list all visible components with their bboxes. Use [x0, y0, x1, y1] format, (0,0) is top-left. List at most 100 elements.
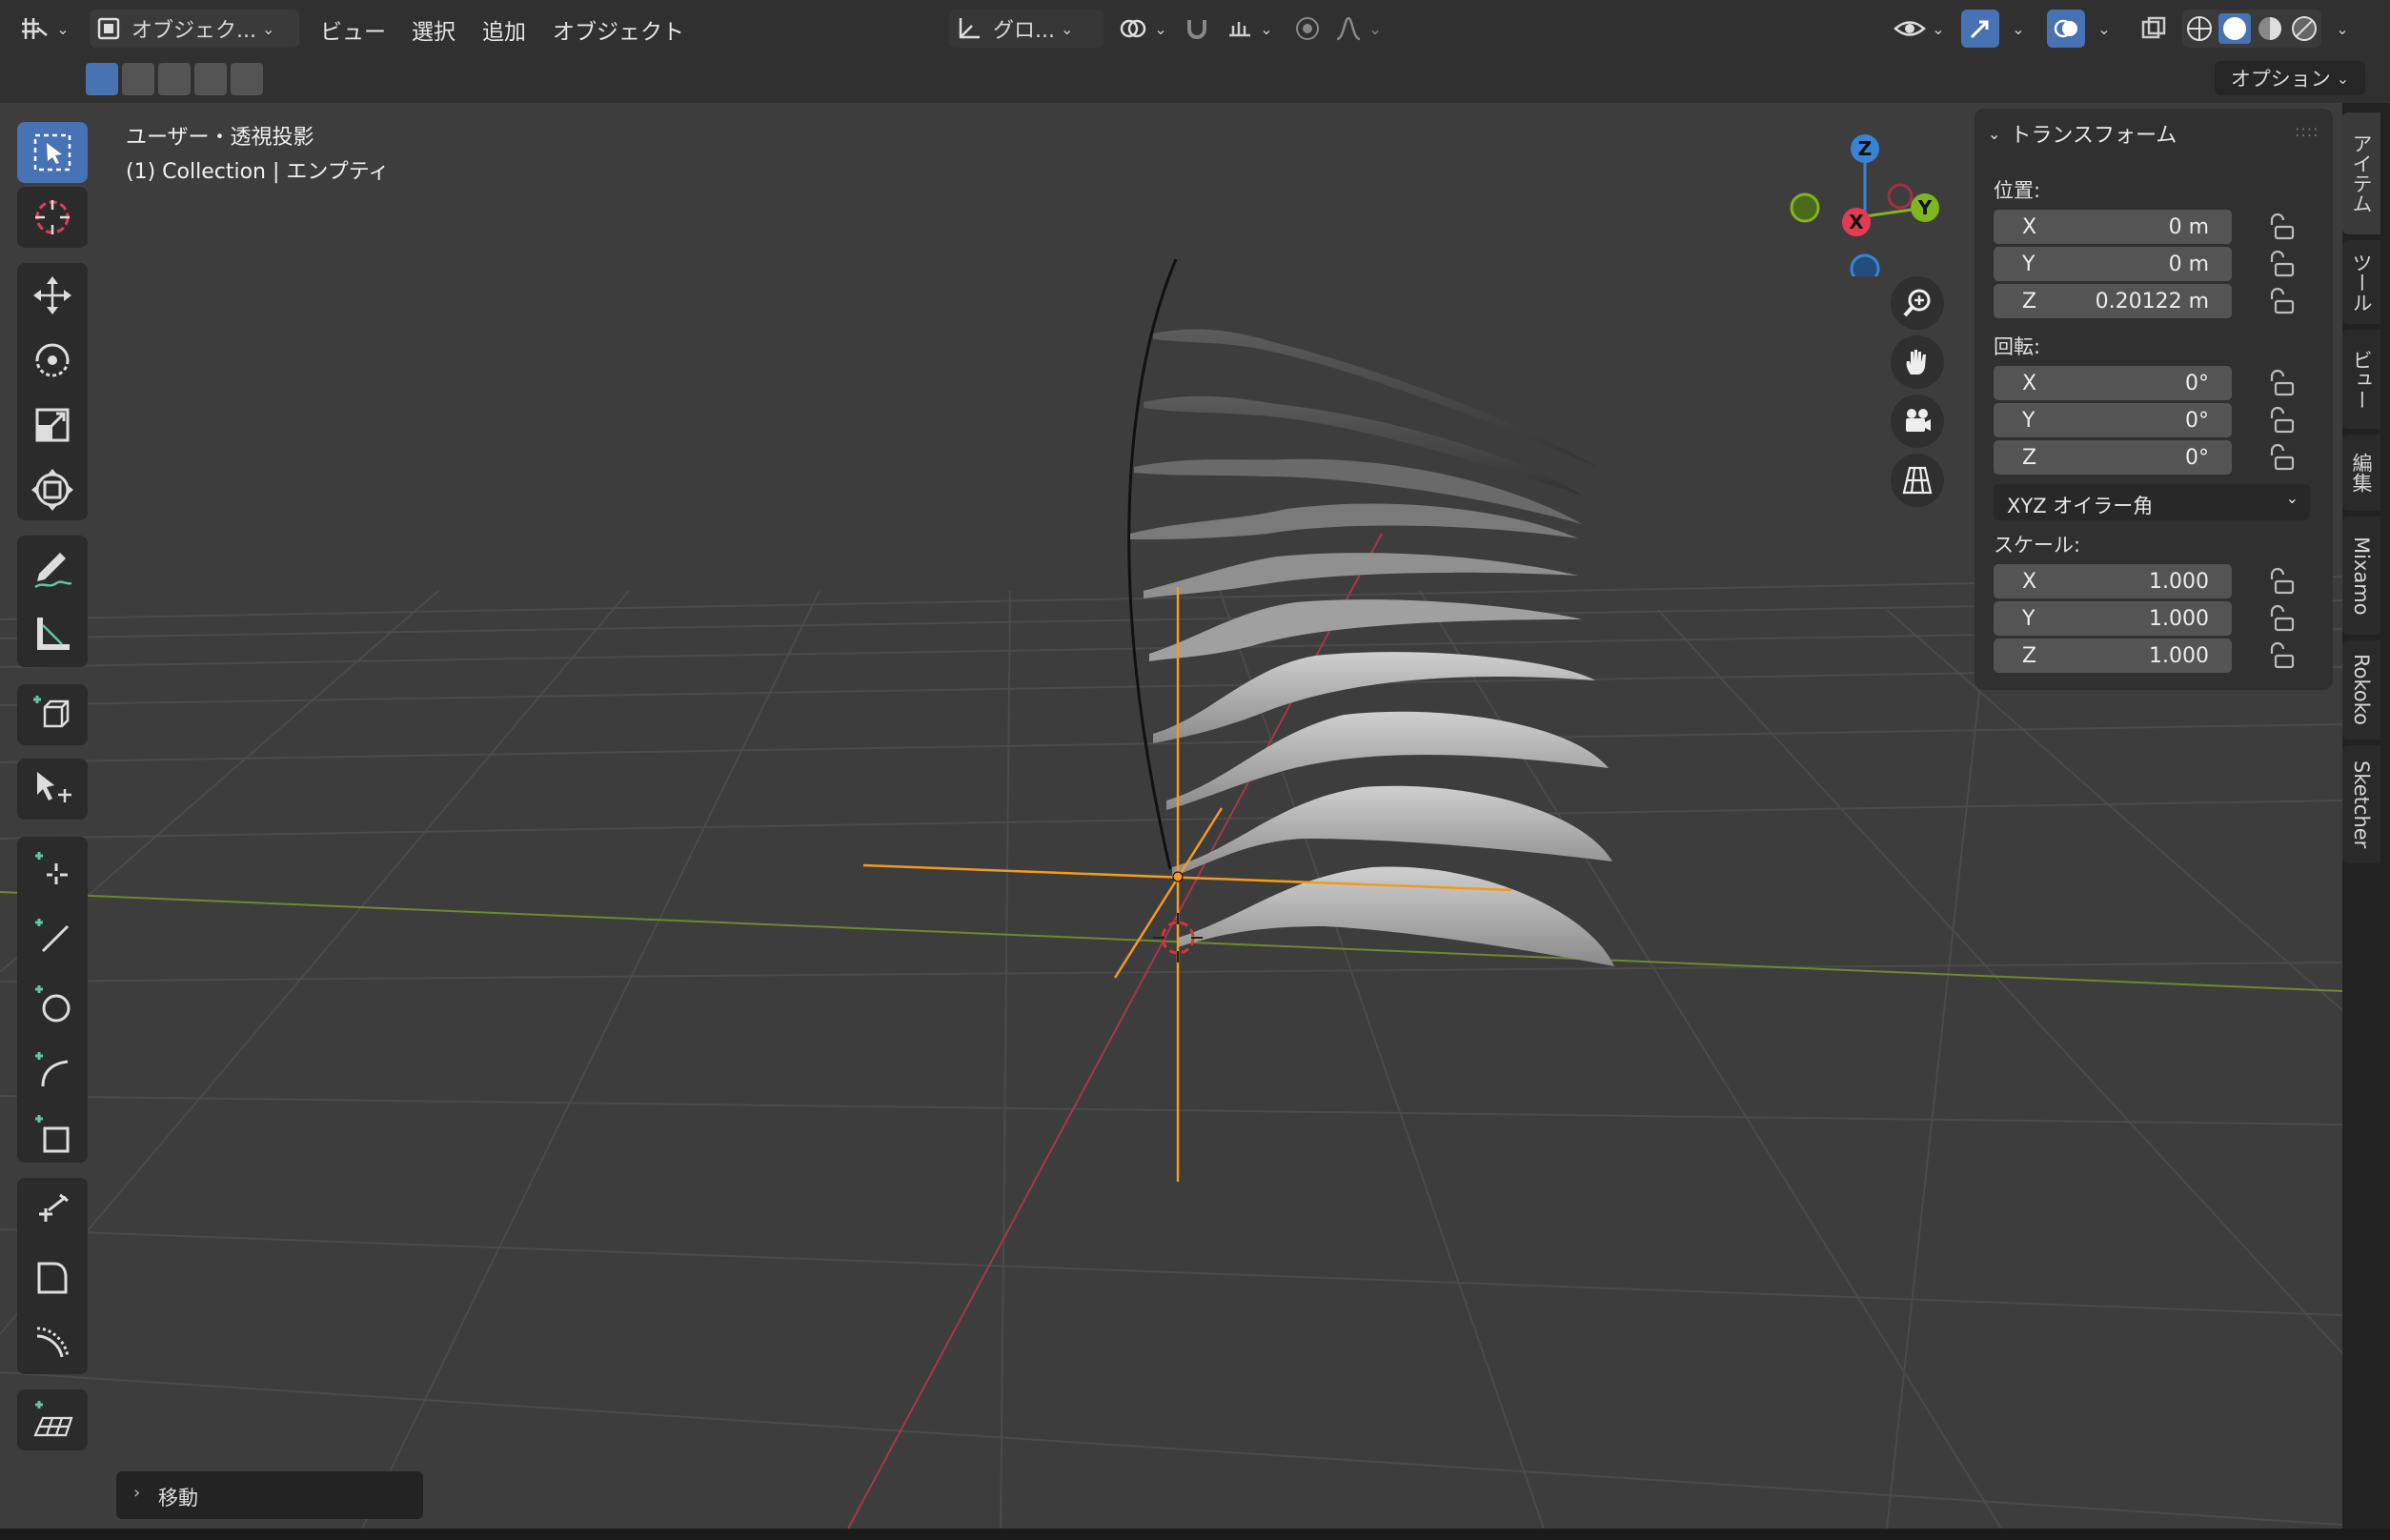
- add-grid-icon: [33, 1401, 73, 1437]
- lock-icon[interactable]: [2264, 640, 2297, 673]
- lock-icon[interactable]: [2264, 286, 2297, 318]
- rotation-x-field[interactable]: X 0°: [1994, 366, 2232, 400]
- shading-dropdown[interactable]: ⌄: [2325, 10, 2354, 48]
- floor-grid: [0, 576, 2342, 1529]
- rotation-y-field[interactable]: Y 0°: [1994, 403, 2232, 437]
- tab-label: ツール: [2350, 252, 2373, 313]
- lock-icon[interactable]: [2264, 566, 2297, 598]
- camera-view-button[interactable]: [1891, 395, 1944, 448]
- scale-y-field[interactable]: Y 1.000: [1994, 601, 2232, 636]
- select-mode-new[interactable]: [86, 63, 118, 95]
- measure-tool[interactable]: [17, 604, 88, 665]
- gizmo-toggle[interactable]: [1961, 10, 1999, 48]
- wireframe-shading-icon[interactable]: [2187, 16, 2212, 41]
- add-cube-icon: [33, 696, 70, 728]
- add-empty-tool[interactable]: [17, 839, 88, 900]
- tab-sketcher[interactable]: Sketcher: [2342, 745, 2380, 863]
- rotation-mode-dropdown[interactable]: XYZ オイラー角 ⌄: [1994, 484, 2310, 520]
- tab-label: Mixamo: [2350, 536, 2373, 616]
- axis-label: Y: [2022, 607, 2036, 631]
- drag-handle-icon[interactable]: ::::: [2295, 122, 2319, 140]
- move-arrows-icon: [33, 276, 71, 314]
- snap-toggle[interactable]: [1178, 10, 1216, 48]
- solid-shading-icon[interactable]: [2223, 17, 2246, 40]
- overlays-dropdown[interactable]: ⌄: [2087, 10, 2116, 48]
- lock-icon[interactable]: [2264, 249, 2297, 281]
- scale-tool[interactable]: [17, 395, 88, 456]
- mode-label: オブジェク...: [132, 19, 256, 43]
- xray-toggle[interactable]: [2135, 10, 2173, 48]
- lock-icon[interactable]: [2264, 405, 2297, 437]
- tab-rokoko[interactable]: Rokoko: [2342, 640, 2380, 740]
- add-empty-icon: [35, 852, 68, 884]
- add-rectangle-tool[interactable]: [17, 1104, 88, 1165]
- proportional-editing-toggle[interactable]: [1288, 10, 1327, 48]
- menu-add[interactable]: 追加: [482, 11, 526, 48]
- chevron-down-icon: ⌄: [1932, 19, 1945, 38]
- axis-label: Z: [2022, 644, 2037, 668]
- tab-tool[interactable]: ツール: [2342, 240, 2380, 324]
- tool-settings-bar: オプション ⌄: [0, 59, 2390, 103]
- pivot-point-button[interactable]: ⌄: [1115, 10, 1170, 48]
- rotate-tool[interactable]: [17, 330, 88, 391]
- material-shading-icon[interactable]: [2258, 17, 2281, 40]
- location-y-field[interactable]: Y 0 m: [1994, 247, 2232, 281]
- location-z-field[interactable]: Z 0.20122 m: [1994, 284, 2232, 318]
- menu-select[interactable]: 選択: [412, 11, 456, 48]
- axis-label: X: [2022, 215, 2037, 239]
- add-circle-tool[interactable]: [17, 972, 88, 1033]
- mode-dropdown[interactable]: オブジェク... ⌄: [90, 10, 299, 48]
- add-line-tool[interactable]: [17, 905, 88, 966]
- navigation-gizmo[interactable]: Z Y X: [1772, 114, 1963, 276]
- rotation-z-field[interactable]: Z 0°: [1994, 440, 2232, 475]
- pan-button[interactable]: [1891, 335, 1944, 389]
- move-tool[interactable]: [17, 265, 88, 326]
- zoom-button[interactable]: [1891, 276, 1944, 330]
- proportional-falloff-button[interactable]: ⌄: [1330, 10, 1386, 48]
- draw-tool[interactable]: [17, 1180, 88, 1241]
- scale-z-field[interactable]: Z 1.000: [1994, 638, 2232, 673]
- add-cube-tool[interactable]: [17, 684, 88, 745]
- select-mode-subtract[interactable]: [158, 63, 191, 95]
- ruler-icon: [37, 618, 70, 650]
- add-grid-tool[interactable]: [17, 1389, 88, 1450]
- curve-offset-tool[interactable]: [17, 1311, 88, 1372]
- transform-tool[interactable]: [17, 459, 88, 520]
- scale-x-field[interactable]: X 1.000: [1994, 564, 2232, 598]
- menu-view[interactable]: ビュー: [320, 11, 386, 48]
- add-arc-tool[interactable]: [17, 1039, 88, 1100]
- cage-transform-tool[interactable]: [17, 759, 88, 820]
- options-dropdown[interactable]: オプション ⌄: [2215, 61, 2365, 95]
- lock-icon[interactable]: [2264, 603, 2297, 636]
- lock-icon[interactable]: [2264, 442, 2297, 475]
- transform-icon: [31, 469, 73, 511]
- cursor-tool[interactable]: [17, 187, 88, 248]
- select-mode-extend[interactable]: [122, 63, 154, 95]
- select-mode-intersect[interactable]: [231, 63, 263, 95]
- tab-item[interactable]: アイテム: [2342, 112, 2380, 234]
- select-mode-invert[interactable]: [194, 63, 227, 95]
- transform-panel-header[interactable]: ⌄ トランスフォーム: [1988, 118, 2177, 149]
- visibility-button[interactable]: ⌄: [1889, 10, 1950, 48]
- transform-orientation-dropdown[interactable]: グロ... ⌄: [949, 10, 1104, 48]
- overlays-toggle[interactable]: [2047, 10, 2085, 48]
- corner-tool[interactable]: [17, 1246, 88, 1307]
- tab-view[interactable]: ビュー: [2342, 330, 2380, 429]
- field-value: 0.20122 m: [2095, 290, 2209, 314]
- annotate-tool[interactable]: [17, 539, 88, 600]
- object-info: (1) Collection | エンプティ: [126, 160, 390, 184]
- lock-icon[interactable]: [2264, 212, 2297, 244]
- tab-mixamo[interactable]: Mixamo: [2342, 517, 2380, 635]
- lock-icon[interactable]: [2264, 368, 2297, 400]
- location-x-field[interactable]: X 0 m: [1994, 210, 2232, 244]
- last-operator-panel[interactable]: › 移動: [116, 1471, 423, 1519]
- tab-edit[interactable]: 編集: [2342, 435, 2380, 511]
- snap-target-button[interactable]: ⌄: [1220, 10, 1279, 48]
- gizmo-dropdown[interactable]: ⌄: [2001, 10, 2030, 48]
- editor-type-button[interactable]: ⌄: [15, 10, 74, 48]
- rendered-shading-icon[interactable]: [2292, 16, 2317, 41]
- projection-toggle-button[interactable]: [1891, 454, 1944, 507]
- select-box-tool[interactable]: [17, 122, 88, 183]
- field-value: 1.000: [2149, 570, 2209, 594]
- menu-object[interactable]: オブジェクト: [553, 11, 684, 48]
